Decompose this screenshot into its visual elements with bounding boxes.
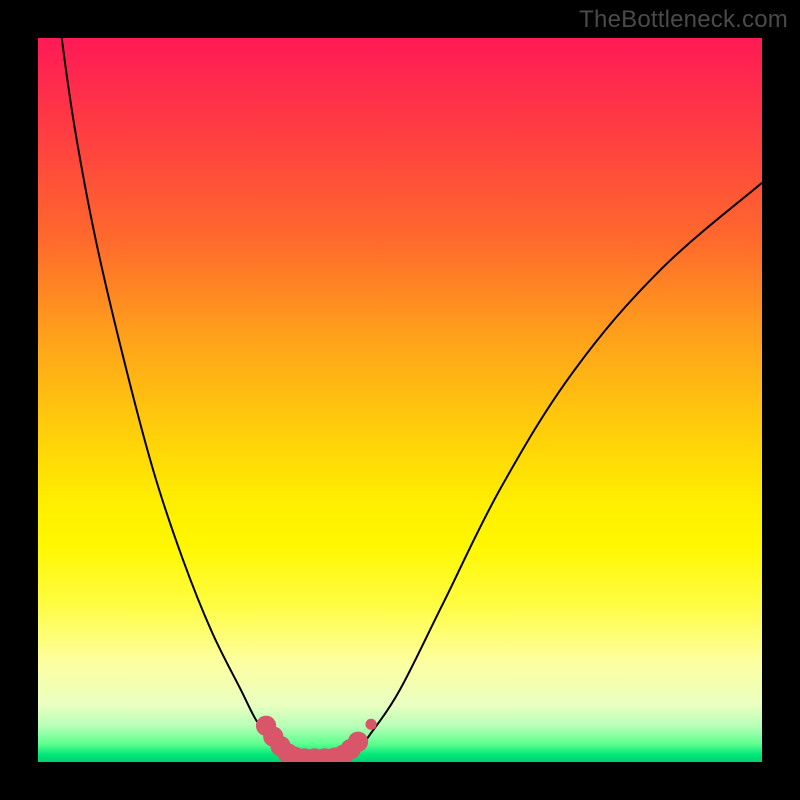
valley-marker <box>365 719 376 730</box>
curve-left-curve <box>60 38 288 758</box>
valley-marker <box>348 732 368 752</box>
chart-svg <box>38 38 762 762</box>
plot-area <box>38 38 762 762</box>
curve-right-curve <box>346 183 762 759</box>
chart-frame: TheBottleneck.com <box>0 0 800 800</box>
watermark-text: TheBottleneck.com <box>579 6 788 34</box>
